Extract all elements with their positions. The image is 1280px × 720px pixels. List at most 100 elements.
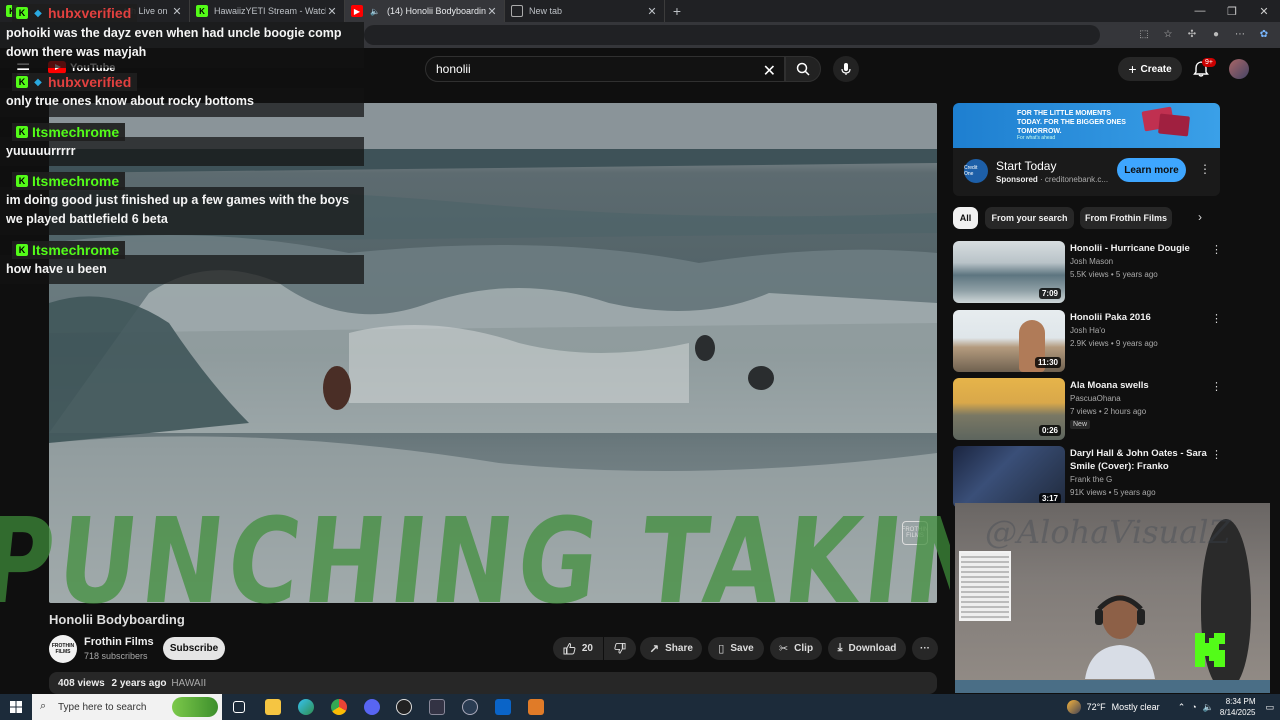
clear-search-icon[interactable]: ✕ [763, 61, 776, 81]
clip-button[interactable]: ✂ Clip [770, 637, 822, 660]
restore-icon[interactable]: ❐ [1216, 0, 1248, 22]
chevron-right-icon[interactable]: › [1198, 210, 1202, 224]
close-tab-icon[interactable]: ✕ [486, 5, 498, 18]
new-tab-button[interactable]: + [665, 3, 689, 19]
4k-downloader-icon[interactable] [462, 699, 478, 715]
weather-text[interactable]: Mostly clear [1112, 702, 1160, 712]
webcam-overlay: @AlohaVisualZ [955, 503, 1270, 693]
extensions-puzzle-icon[interactable]: ✣ [1184, 26, 1200, 42]
save-button[interactable]: ▯ Save [708, 637, 764, 660]
video-hashtag[interactable]: HAWAII [171, 678, 206, 689]
learn-more-button[interactable]: Learn more [1117, 158, 1186, 182]
more-options-icon[interactable]: ⋮ [1211, 448, 1222, 461]
credit-card-graphic [1158, 113, 1190, 137]
channel-name[interactable]: Josh Ha'o [1070, 326, 1105, 335]
outlook-icon[interactable] [495, 699, 511, 715]
start-button[interactable] [0, 694, 32, 720]
screen: K tch Live on ✕ K HawaiizYETI Stream - W… [0, 0, 1280, 720]
clock[interactable]: 8:34 PM 8/14/2025 [1220, 696, 1256, 718]
browser-tab-newtab[interactable]: New tab ✕ [505, 0, 665, 22]
recommended-video[interactable]: 3:17 Daryl Hall & John Oates - Sara Smil… [953, 446, 1223, 508]
subscribe-button[interactable]: Subscribe [163, 637, 225, 660]
video-thumbnail[interactable]: 11:30 [953, 310, 1065, 372]
more-options-icon[interactable]: ⋮ [1211, 380, 1222, 393]
video-thumbnail[interactable]: 3:17 [953, 446, 1065, 508]
chat-username: K Itsmechrome [12, 172, 126, 190]
create-label: Create [1140, 63, 1172, 75]
video-title[interactable]: Ala Moana swells [1070, 379, 1208, 392]
extension-icon[interactable]: ⬚ [1136, 26, 1152, 42]
close-tab-icon[interactable]: ✕ [646, 5, 658, 18]
more-actions-button[interactable]: ··· [912, 637, 938, 660]
file-explorer-icon[interactable] [265, 699, 281, 715]
video-thumbnail[interactable]: 0:26 [953, 378, 1065, 440]
tab-title: New tab [529, 6, 563, 16]
more-options-icon[interactable]: ⋮ [1211, 312, 1222, 325]
chat-message-text: yuuuuurrrrr [6, 144, 76, 158]
temperature[interactable]: 72°F [1087, 702, 1106, 712]
app-icon[interactable] [429, 699, 445, 715]
volume-icon[interactable]: 🔈 [1203, 702, 1214, 713]
share-button[interactable]: ↗ Share [640, 637, 702, 660]
browser-tab-youtube[interactable]: ▶ 🔈 (14) Honolii Bodyboarding - ✕ [345, 0, 505, 22]
search-input[interactable]: honolii ✕ [425, 56, 785, 82]
notification-center-icon[interactable]: ▭ [1265, 702, 1274, 713]
discord-icon[interactable] [364, 699, 380, 715]
create-button[interactable]: + Create [1118, 57, 1182, 81]
address-bar[interactable] [364, 25, 1100, 45]
recommended-video[interactable]: 11:30 Honolii Paka 2016 Josh Ha'o 2.9K v… [953, 310, 1223, 372]
chip-all[interactable]: All [953, 207, 978, 229]
chat-username-text: Itsmechrome [32, 173, 120, 189]
taskbar-search-input[interactable]: ⌕ Type here to search [32, 694, 222, 720]
clock-date: 8/14/2025 [1219, 708, 1256, 717]
account-avatar[interactable] [1229, 59, 1249, 79]
video-description[interactable]: 408 views 2 years ago HAWAII [49, 672, 937, 694]
chip-from-your-search[interactable]: From your search [985, 207, 1074, 229]
muted-speaker-icon[interactable]: 🔈 [369, 5, 381, 17]
more-options-icon[interactable]: ⋮ [1211, 243, 1222, 256]
video-title[interactable]: Honolii Paka 2016 [1070, 311, 1208, 324]
channel-name[interactable]: PascuaOhana [1070, 394, 1121, 403]
ad-banner-image[interactable]: FOR THE LITTLE MOMENTS TODAY. FOR THE BI… [953, 103, 1220, 148]
channel-name[interactable]: Frothin Films [84, 636, 154, 648]
channel-name[interactable]: Frank the G [1070, 475, 1112, 484]
favorite-star-icon[interactable]: ☆ [1160, 26, 1176, 42]
edge-browser-icon[interactable] [298, 699, 314, 715]
video-title[interactable]: Daryl Hall & John Oates - Sara Smile (Co… [1070, 447, 1208, 473]
newtab-page-icon [511, 5, 523, 17]
network-icon[interactable]: ◔ [1191, 702, 1196, 712]
download-button[interactable]: ⤓ Download [828, 637, 906, 660]
video-thumbnail[interactable]: 7:09 [953, 241, 1065, 303]
task-view-icon[interactable] [233, 701, 245, 713]
copilot-icon[interactable]: ✿ [1256, 26, 1272, 42]
minimize-icon[interactable]: — [1184, 0, 1216, 22]
new-badge: New [1070, 420, 1091, 429]
dislike-button[interactable] [604, 637, 636, 660]
weather-icon[interactable] [1066, 700, 1081, 714]
microphone-icon [841, 63, 851, 75]
app-icon[interactable] [528, 699, 544, 715]
voice-search-button[interactable] [833, 56, 859, 82]
profile-icon[interactable]: ● [1208, 26, 1224, 42]
channel-avatar[interactable]: FROTHIN FILMS [49, 635, 77, 663]
ad-title[interactable]: Start Today [996, 159, 1056, 173]
obs-icon[interactable] [396, 699, 412, 715]
like-button[interactable]: 20 [553, 637, 603, 660]
search-button[interactable] [785, 56, 821, 82]
advertiser-logo[interactable]: Credit One [964, 159, 988, 183]
channel-name[interactable]: Josh Mason [1070, 257, 1113, 266]
video-title[interactable]: Honolii - Hurricane Dougie [1070, 242, 1208, 255]
search-input-value: honolii [436, 62, 471, 76]
clock-time: 8:34 PM [1225, 697, 1256, 706]
system-tray: 72°F Mostly clear ⌃ ◔ 🔈 8:34 PM 8/14/202… [1066, 694, 1274, 720]
recommended-video[interactable]: 0:26 Ala Moana swells PascuaOhana 7 view… [953, 378, 1223, 440]
chrome-browser-icon[interactable] [331, 699, 347, 715]
windows-taskbar: ⌕ Type here to search 72°F Mostly clear … [0, 694, 1280, 720]
close-window-icon[interactable]: ✕ [1248, 0, 1280, 22]
chip-from-channel[interactable]: From Frothin Films [1080, 207, 1172, 229]
recommended-video[interactable]: 7:09 Honolii - Hurricane Dougie Josh Mas… [953, 241, 1223, 303]
tray-chevron-up-icon[interactable]: ⌃ [1178, 702, 1186, 713]
ad-more-options-icon[interactable]: ⋮ [1199, 162, 1211, 176]
browser-menu-icon[interactable]: ⋯ [1232, 26, 1248, 42]
overlay-big-text: PUNCHING TAKIN [0, 492, 950, 630]
